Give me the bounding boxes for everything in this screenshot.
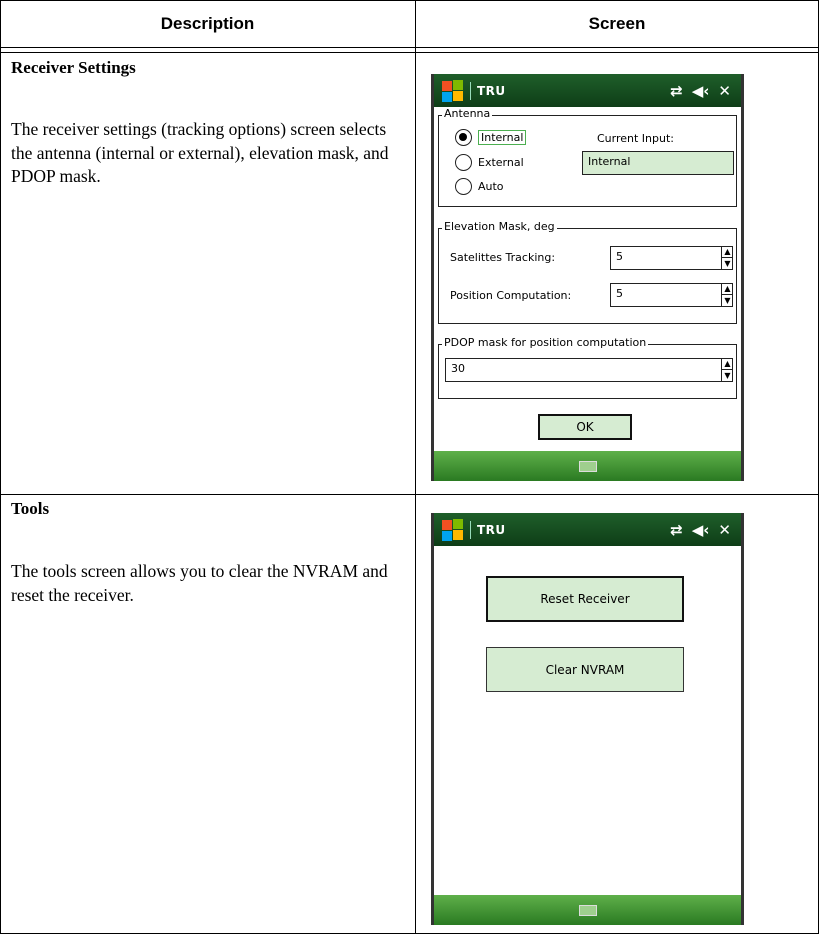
volume-icon[interactable]: ◀‹: [692, 521, 710, 539]
radio-icon: [455, 154, 472, 171]
reset-receiver-button[interactable]: Reset Receiver: [486, 576, 684, 622]
pdop-group-label: PDOP mask for position computation: [442, 336, 649, 349]
close-icon[interactable]: ✕: [718, 82, 731, 100]
pdop-input[interactable]: 30 ▲ ▼: [445, 358, 733, 382]
radio-internal[interactable]: Internal: [455, 129, 527, 146]
spinner-icon[interactable]: ▲ ▼: [721, 246, 733, 270]
tools-screen: TRU ⇄ ◀‹ ✕ Reset Receiver Clear NVRAM: [431, 513, 744, 925]
title-separator: [470, 81, 471, 100]
elevation-mask-group: Elevation Mask, deg Satelittes Tracking:…: [438, 220, 737, 324]
row-title-receiver-settings: Receiver Settings: [11, 58, 136, 77]
clear-nvram-button[interactable]: Clear NVRAM: [486, 647, 684, 692]
keyboard-icon[interactable]: [578, 460, 597, 472]
close-icon[interactable]: ✕: [718, 521, 731, 539]
antenna-group: Antenna Internal External Auto Current I…: [438, 107, 737, 207]
windows-logo-icon[interactable]: [442, 518, 464, 541]
radio-external[interactable]: External: [455, 154, 524, 171]
title-bar: TRU ⇄ ◀‹ ✕: [434, 513, 741, 546]
pdop-group: PDOP mask for position computation 30 ▲ ▼: [438, 336, 737, 399]
ok-button[interactable]: OK: [538, 414, 632, 440]
receiver-settings-screen: TRU ⇄ ◀‹ ✕ Antenna Internal External Aut…: [431, 74, 744, 481]
radio-auto[interactable]: Auto: [455, 178, 504, 195]
title-bar: TRU ⇄ ◀‹ ✕: [434, 74, 741, 107]
spinner-icon[interactable]: ▲ ▼: [721, 283, 733, 307]
current-input-field: Internal: [582, 151, 734, 175]
radio-icon: [455, 178, 472, 195]
spinner-icon[interactable]: ▲ ▼: [721, 358, 733, 382]
row-body-tools: The tools screen allows you to clear the…: [11, 561, 388, 605]
connectivity-icon[interactable]: ⇄: [670, 82, 683, 100]
bottom-bar: [434, 895, 741, 925]
sat-tracking-label: Satelittes Tracking:: [450, 251, 556, 264]
pos-comp-label: Position Computation:: [450, 289, 572, 302]
connectivity-icon[interactable]: ⇄: [670, 521, 683, 539]
antenna-group-label: Antenna: [442, 107, 493, 120]
radio-selected-icon: [455, 129, 472, 146]
row-title-tools: Tools: [11, 499, 50, 518]
row-body-receiver-settings: The receiver settings (tracking options)…: [11, 119, 389, 186]
header-screen: Screen: [588, 13, 646, 33]
app-title: TRU: [477, 522, 506, 537]
volume-icon[interactable]: ◀‹: [692, 82, 710, 100]
keyboard-icon[interactable]: [578, 904, 597, 916]
windows-logo-icon[interactable]: [442, 79, 464, 102]
sat-tracking-input[interactable]: 5 ▲ ▼: [610, 246, 733, 270]
current-input-label: Current Input:: [597, 132, 674, 145]
elevation-group-label: Elevation Mask, deg: [442, 220, 557, 233]
header-description: Description: [160, 13, 255, 33]
bottom-bar: [434, 451, 741, 481]
app-title: TRU: [477, 83, 506, 98]
pos-comp-input[interactable]: 5 ▲ ▼: [610, 283, 733, 307]
title-separator: [470, 520, 471, 539]
